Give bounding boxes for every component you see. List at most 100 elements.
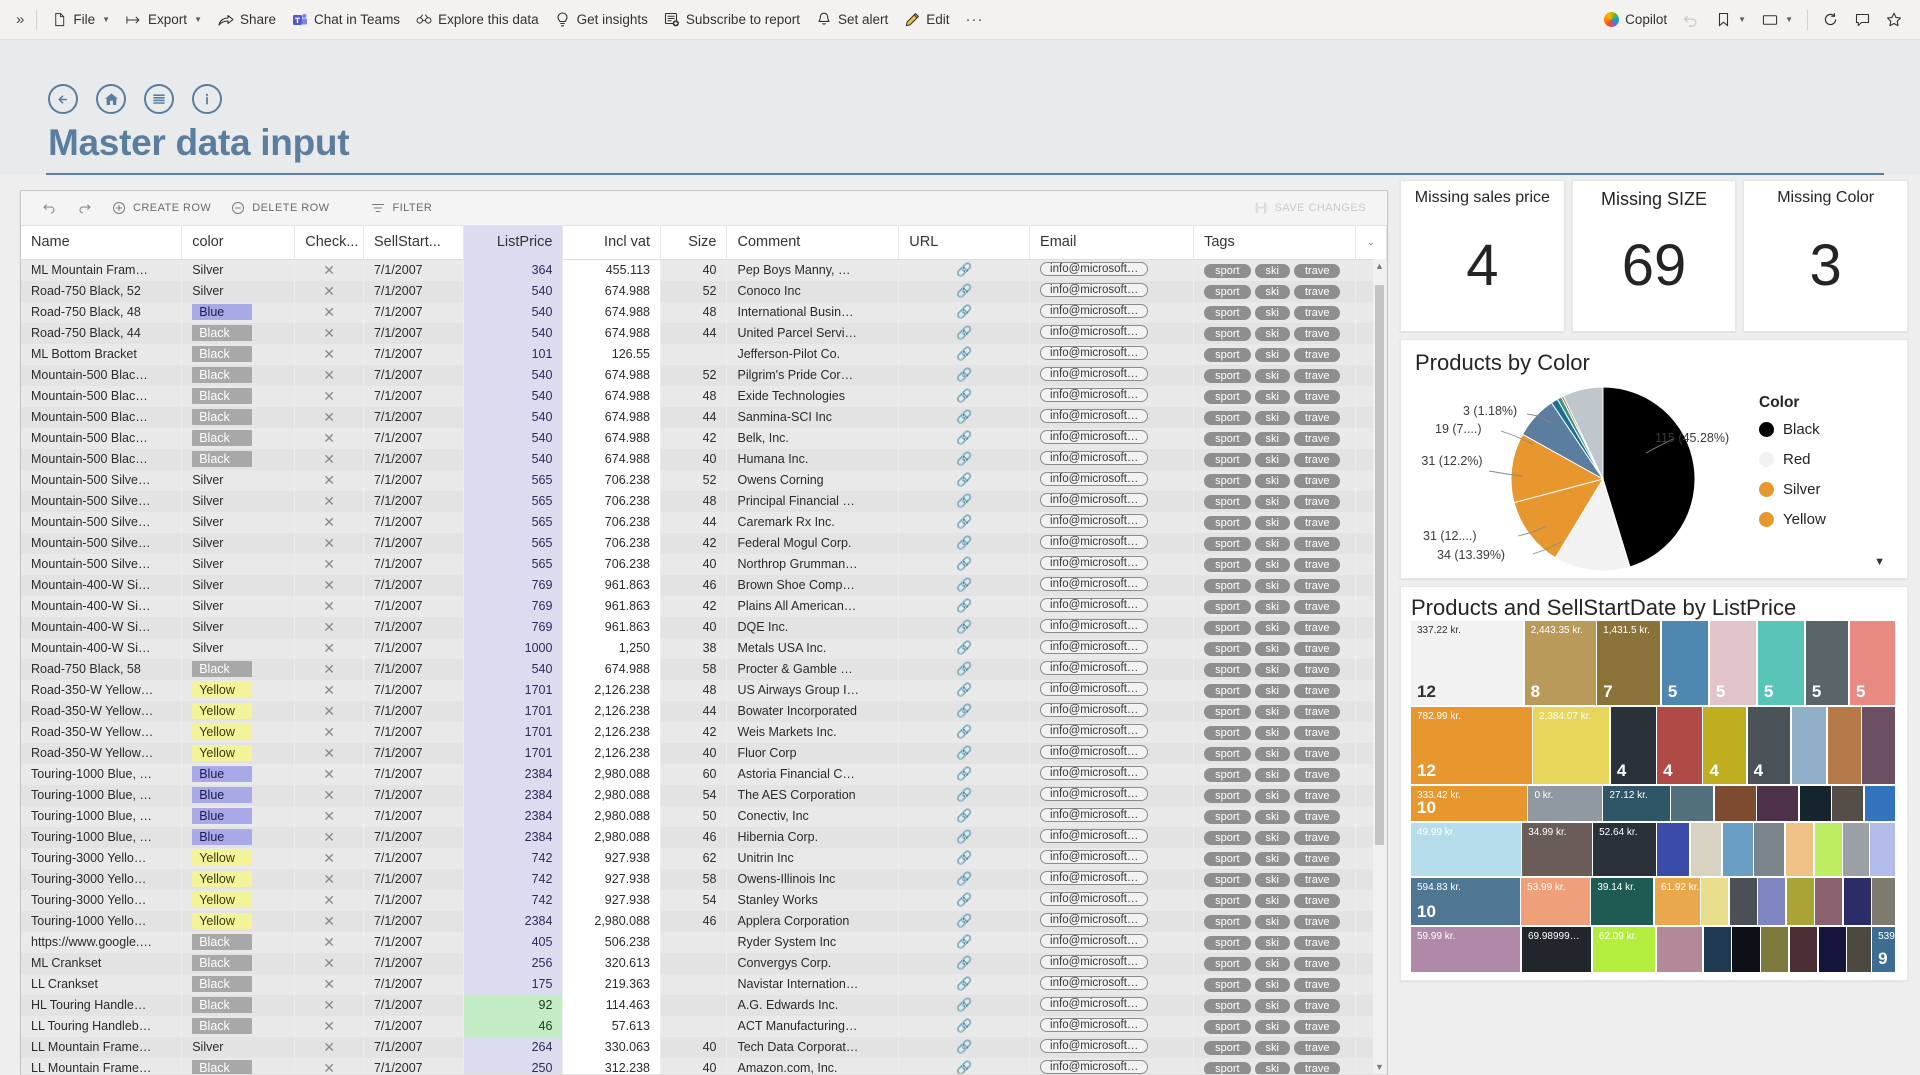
explore-this-data-button[interactable]: Explore this data (408, 5, 547, 35)
tag-pill[interactable]: ski (1254, 347, 1290, 362)
cell-tags[interactable]: sport ski trave (1193, 469, 1356, 491)
cell-incl-vat[interactable]: 706.238 (562, 511, 661, 533)
share-button[interactable]: Share (210, 5, 284, 35)
tag-pill[interactable]: sport (1204, 452, 1251, 467)
cell-check[interactable]: ✕ (294, 427, 364, 449)
treemap-tile[interactable] (1757, 786, 1799, 821)
cell-check[interactable]: ✕ (294, 931, 364, 953)
cell-email[interactable]: info@microsoft… (1029, 784, 1195, 806)
legend-item-yellow[interactable]: Yellow (1759, 511, 1893, 528)
cell-email[interactable]: info@microsoft… (1029, 574, 1195, 596)
cell-color[interactable]: Silver (181, 595, 296, 617)
tag-pill[interactable]: ski (1254, 389, 1290, 404)
cell-name[interactable]: Mountain-500 Blac… (21, 427, 183, 449)
email-pill[interactable]: info@microsoft… (1040, 408, 1149, 423)
email-pill[interactable]: info@microsoft… (1040, 765, 1149, 780)
cell-incl-vat[interactable]: 219.363 (562, 973, 661, 995)
link-icon[interactable]: 🔗 (956, 493, 972, 508)
export-menu-button[interactable]: Export ▼ (118, 5, 210, 35)
cell-email[interactable]: info@microsoft… (1029, 490, 1195, 512)
cell-url[interactable]: 🔗 (898, 448, 1031, 470)
cell-url[interactable]: 🔗 (898, 994, 1031, 1016)
cell-url[interactable]: 🔗 (898, 406, 1031, 428)
cell-email[interactable]: info@microsoft… (1029, 700, 1195, 722)
email-pill[interactable]: info@microsoft… (1040, 303, 1149, 318)
cell-sellstartdate[interactable]: 7/1/2007 (363, 805, 464, 827)
cell-email[interactable]: info@microsoft… (1029, 889, 1195, 911)
cell-email[interactable]: info@microsoft… (1029, 427, 1195, 449)
cell-comment[interactable]: ACT Manufacturing… (726, 1015, 900, 1037)
tag-pill[interactable]: trave (1294, 389, 1341, 404)
cell-name[interactable]: Mountain-500 Silve… (21, 532, 183, 554)
tag-pill[interactable]: trave (1294, 578, 1341, 593)
tag-pill[interactable]: sport (1204, 305, 1251, 320)
link-icon[interactable]: 🔗 (956, 598, 972, 613)
treemap-tile[interactable] (1703, 927, 1731, 972)
table-row[interactable]: Road-350-W Yellow… Yellow ✕ 7/1/2007 1701 2,1… (21, 700, 1387, 722)
cell-size[interactable] (660, 952, 728, 974)
cell-size[interactable]: 62 (660, 847, 728, 869)
cell-check[interactable]: ✕ (294, 868, 364, 890)
cell-color[interactable]: Black (181, 973, 296, 995)
tag-pill[interactable]: trave (1294, 620, 1341, 635)
more-options-button[interactable]: ··· (958, 5, 992, 35)
cell-tags[interactable]: sport ski trave (1193, 826, 1356, 848)
tag-pill[interactable]: trave (1294, 725, 1341, 740)
treemap-tile[interactable] (1786, 878, 1814, 925)
cell-tags[interactable]: sport ski trave (1193, 427, 1356, 449)
table-row[interactable]: Touring-1000 Blue, … Blue ✕ 7/1/2007 2384 2,9… (21, 826, 1387, 848)
cell-size[interactable]: 48 (660, 385, 728, 407)
cell-comment[interactable]: Owens-Illinois Inc (726, 868, 900, 890)
email-pill[interactable]: info@microsoft… (1040, 870, 1149, 885)
cell-email[interactable]: info@microsoft… (1029, 301, 1195, 323)
cell-incl-vat[interactable]: 2,980.088 (562, 784, 661, 806)
tag-pill[interactable]: ski (1254, 473, 1290, 488)
tag-pill[interactable]: ski (1254, 683, 1290, 698)
cell-email[interactable]: info@microsoft… (1029, 763, 1195, 785)
treemap-tile[interactable]: 4 (1610, 707, 1656, 784)
email-pill[interactable]: info@microsoft… (1040, 660, 1149, 675)
email-pill[interactable]: info@microsoft… (1040, 513, 1149, 528)
undo-button[interactable] (1675, 5, 1707, 35)
cell-size[interactable]: 40 (660, 259, 728, 281)
cell-comment[interactable]: Procter & Gamble … (726, 658, 900, 680)
column-header-comment[interactable]: Comment (726, 226, 900, 260)
tag-pill[interactable]: trave (1294, 935, 1341, 950)
tag-pill[interactable]: sport (1204, 578, 1251, 593)
cell-sellstartdate[interactable]: 7/1/2007 (363, 595, 464, 617)
treemap-tile[interactable] (1818, 927, 1846, 972)
treemap-tile[interactable]: 5 (1805, 621, 1849, 705)
cell-incl-vat[interactable]: 2,980.088 (562, 805, 661, 827)
tag-pill[interactable]: ski (1254, 641, 1290, 656)
home-button[interactable] (96, 84, 126, 114)
cell-tags[interactable]: sport ski trave (1193, 742, 1356, 764)
cell-check[interactable]: ✕ (294, 721, 364, 743)
cell-size[interactable]: 44 (660, 322, 728, 344)
cell-size[interactable]: 48 (660, 679, 728, 701)
cell-tags[interactable]: sport ski trave (1193, 280, 1356, 302)
column-header-sellstart-[interactable]: SellStart... (363, 226, 464, 260)
cell-email[interactable]: info@microsoft… (1029, 595, 1195, 617)
cell-check[interactable]: ✕ (294, 889, 364, 911)
cell-color[interactable]: Silver (181, 259, 296, 281)
treemap-tile[interactable]: 27.12 kr. (1603, 786, 1670, 821)
tag-pill[interactable]: trave (1294, 830, 1341, 845)
cell-tags[interactable]: sport ski trave (1193, 721, 1356, 743)
cell-color[interactable]: Yellow (181, 868, 296, 890)
cell-name[interactable]: Touring-1000 Blue, … (21, 784, 183, 806)
tag-pill[interactable]: trave (1294, 263, 1341, 278)
cell-check[interactable]: ✕ (294, 553, 364, 575)
tag-pill[interactable]: sport (1204, 683, 1251, 698)
cell-url[interactable]: 🔗 (898, 427, 1031, 449)
email-pill[interactable]: info@microsoft… (1040, 891, 1149, 906)
cell-incl-vat[interactable]: 2,980.088 (562, 763, 661, 785)
cell-size[interactable]: 40 (660, 448, 728, 470)
cell-tags[interactable]: sport ski trave (1193, 1057, 1356, 1074)
cell-sellstartdate[interactable]: 7/1/2007 (363, 532, 464, 554)
subscribe-to-report-button[interactable]: Subscribe to report (656, 5, 808, 35)
cell-listprice[interactable]: 175 (463, 973, 564, 995)
cell-comment[interactable]: Navistar Internation… (726, 973, 900, 995)
cell-color[interactable]: Black (181, 343, 296, 365)
cell-url[interactable]: 🔗 (898, 658, 1031, 680)
cell-tags[interactable]: sport ski trave (1193, 658, 1356, 680)
